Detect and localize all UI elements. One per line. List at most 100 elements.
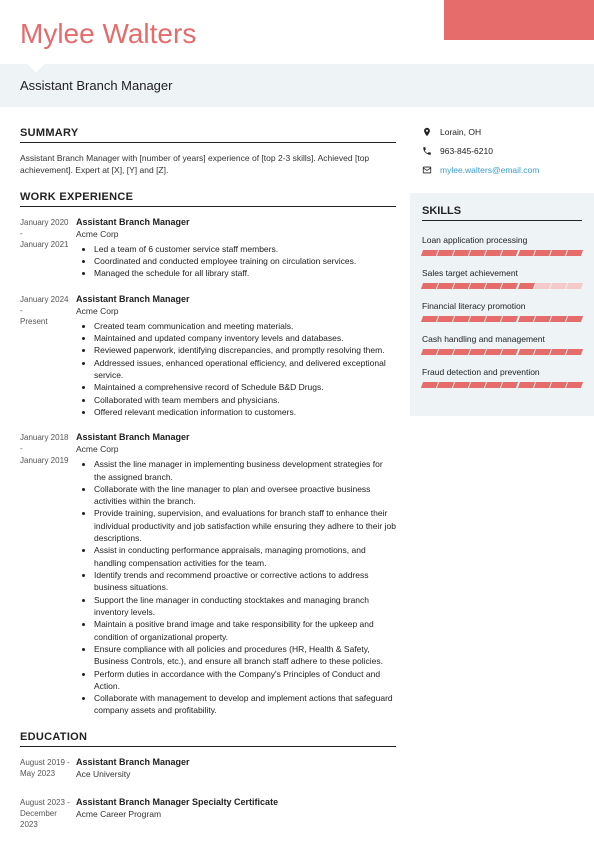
education-title: Assistant Branch Manager Specialty Certi…	[76, 797, 396, 807]
content-wrapper: SUMMARY Assistant Branch Manager with [n…	[0, 107, 594, 844]
skill-segment	[534, 283, 551, 289]
work-company: Acme Corp	[76, 444, 396, 454]
skill-item: Financial literacy promotion	[422, 301, 582, 322]
skill-segment	[517, 349, 534, 355]
work-bullet: Led a team of 6 customer service staff m…	[94, 243, 396, 255]
skill-segment	[437, 382, 454, 388]
education-dates: August 2019 -May 2023	[20, 757, 76, 783]
work-end: January 2021	[20, 240, 68, 249]
skill-segment	[566, 316, 583, 322]
work-bullets: Led a team of 6 customer service staff m…	[76, 243, 396, 280]
skill-segment	[437, 283, 454, 289]
education-list: August 2019 -May 2023Assistant Branch Ma…	[20, 757, 396, 831]
edu-end: December 2023	[20, 809, 57, 829]
skill-label: Financial literacy promotion	[422, 301, 582, 311]
skill-segment	[501, 283, 518, 289]
work-start: January 2018	[20, 433, 68, 442]
education-body: Assistant Branch Manager Ace University	[76, 757, 396, 783]
work-bullet: Assist the line manager in implementing …	[94, 458, 396, 483]
skill-segment	[501, 250, 518, 256]
work-bullet: Ensure compliance with all policies and …	[94, 643, 396, 668]
work-title: Assistant Branch Manager	[76, 217, 396, 227]
skill-segment	[501, 316, 518, 322]
work-title: Assistant Branch Manager	[76, 432, 396, 442]
work-dates: January 2018-January 2019	[20, 432, 76, 717]
work-bullet: Maintain a positive brand image and take…	[94, 618, 396, 643]
skill-segment	[566, 349, 583, 355]
skills-rule	[422, 220, 582, 221]
summary-heading: SUMMARY	[20, 127, 396, 139]
work-bullet: Maintained and updated company inventory…	[94, 332, 396, 344]
skill-segment	[437, 250, 454, 256]
skill-segment	[566, 250, 583, 256]
top-accent-bar	[444, 0, 594, 40]
work-start: January 2020	[20, 218, 68, 227]
skill-segment	[566, 382, 583, 388]
work-company: Acme Corp	[76, 306, 396, 316]
work-bullet: Assist in conducting performance apprais…	[94, 544, 396, 569]
skill-segment	[453, 382, 470, 388]
education-institution: Acme Career Program	[76, 809, 396, 819]
skill-segment	[437, 316, 454, 322]
work-bullet: Provide training, supervision, and evalu…	[94, 507, 396, 544]
main-column: SUMMARY Assistant Branch Manager with [n…	[0, 127, 410, 844]
work-entry: January 2024-PresentAssistant Branch Man…	[20, 294, 396, 419]
skill-segment	[550, 250, 567, 256]
skill-segment	[550, 283, 567, 289]
work-bullets: Created team communication and meeting m…	[76, 320, 396, 419]
work-bullet: Collaborated with team members and physi…	[94, 394, 396, 406]
work-entry: January 2018-January 2019Assistant Branc…	[20, 432, 396, 717]
work-list: January 2020-January 2021Assistant Branc…	[20, 217, 396, 717]
skill-item: Loan application processing	[422, 235, 582, 256]
skill-segment	[534, 250, 551, 256]
skill-segment	[453, 349, 470, 355]
education-entry: August 2019 -May 2023Assistant Branch Ma…	[20, 757, 396, 783]
summary-rule	[20, 142, 396, 143]
work-dates: January 2024-Present	[20, 294, 76, 419]
job-title-bar: Assistant Branch Manager	[0, 64, 594, 107]
work-company: Acme Corp	[76, 229, 396, 239]
work-start: January 2024	[20, 295, 68, 304]
skill-segment	[517, 250, 534, 256]
edu-end: May 2023	[20, 769, 55, 778]
skill-label: Fraud detection and prevention	[422, 367, 582, 377]
contact-email: mylee.walters@email.com	[422, 165, 576, 175]
education-heading: EDUCATION	[20, 731, 396, 743]
skill-segment	[550, 316, 567, 322]
work-body: Assistant Branch Manager Acme Corp Led a t…	[76, 217, 396, 280]
skill-segment	[550, 382, 567, 388]
work-bullet: Maintained a comprehensive record of Sch…	[94, 381, 396, 393]
skill-segment	[517, 382, 534, 388]
education-institution: Ace University	[76, 769, 396, 779]
skill-bar	[422, 283, 582, 289]
skill-label: Sales target achievement	[422, 268, 582, 278]
education-body: Assistant Branch Manager Specialty Certi…	[76, 797, 396, 831]
skill-segment	[550, 349, 567, 355]
skill-item: Sales target achievement	[422, 268, 582, 289]
contact-location: Lorain, OH	[422, 127, 576, 137]
phone-text: 963-845-6210	[440, 146, 493, 156]
skill-segment	[421, 283, 438, 289]
work-dates: January 2020-January 2021	[20, 217, 76, 280]
edu-start: August 2023	[20, 798, 65, 807]
work-bullet: Perform duties in accordance with the Co…	[94, 668, 396, 693]
skill-segment	[501, 382, 518, 388]
email-icon	[422, 165, 432, 175]
skill-bar	[422, 382, 582, 388]
skill-item: Fraud detection and prevention	[422, 367, 582, 388]
email-text[interactable]: mylee.walters@email.com	[440, 165, 539, 175]
work-bullet: Managed the schedule for all library sta…	[94, 267, 396, 279]
education-title: Assistant Branch Manager	[76, 757, 396, 767]
work-end: Present	[20, 317, 48, 326]
location-icon	[422, 127, 432, 137]
resume-page: Mylee Walters Assistant Branch Manager S…	[0, 0, 594, 844]
work-rule	[20, 206, 396, 207]
work-body: Assistant Branch Manager Acme Corp Assist …	[76, 432, 396, 717]
skill-label: Loan application processing	[422, 235, 582, 245]
skills-heading: SKILLS	[422, 205, 582, 217]
skills-section: SKILLS Loan application processing Sales …	[410, 193, 594, 416]
work-bullet: Reviewed paperwork, identifying discrepa…	[94, 344, 396, 356]
side-column: Lorain, OH 963-845-6210 mylee.walters@em…	[410, 127, 594, 844]
work-title: Assistant Branch Manager	[76, 294, 396, 304]
work-bullet: Created team communication and meeting m…	[94, 320, 396, 332]
